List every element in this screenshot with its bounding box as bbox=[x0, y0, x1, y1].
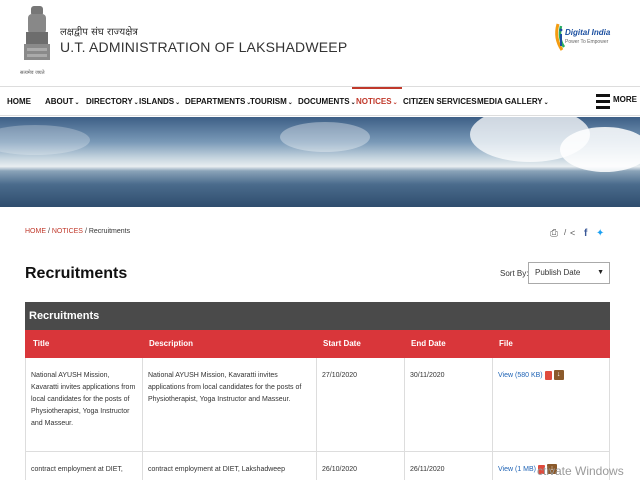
national-emblem-icon[interactable] bbox=[22, 4, 52, 76]
breadcrumb-current: Recruitments bbox=[88, 228, 131, 235]
nav-label: ABOUT bbox=[45, 97, 74, 106]
cell-description: National AYUSH Mission, Kavaratti invite… bbox=[143, 358, 317, 451]
nav-label: DOCUMENTS bbox=[298, 97, 350, 106]
site-header: सत्यमेव जयते लक्षद्वीप संघ राज्यक्षेत्र … bbox=[0, 0, 640, 86]
digital-india-label: Digital India bbox=[565, 28, 611, 37]
nav-label: HOME bbox=[7, 97, 31, 106]
banner-cloud bbox=[280, 122, 370, 152]
share-tools: ⎙ / < f ✦ bbox=[550, 228, 610, 244]
cell-title: contract employment at DIET, bbox=[25, 452, 143, 480]
chevron-down-icon: ⌄ bbox=[133, 100, 139, 106]
chevron-down-icon: ⌄ bbox=[287, 100, 293, 106]
hero-banner bbox=[0, 117, 640, 207]
table-row: contract employment at DIET, contract em… bbox=[25, 452, 610, 480]
column-header-start-date: Start Date bbox=[323, 339, 361, 348]
nav-item-islands[interactable]: ISLANDS⌄ bbox=[139, 87, 180, 116]
download-icon[interactable]: ↓ bbox=[553, 370, 564, 381]
nav-label: ISLANDS bbox=[139, 97, 175, 106]
column-header-title: Title bbox=[33, 339, 50, 348]
site-title-hindi: लक्षद्वीप संघ राज्यक्षेत्र bbox=[60, 27, 138, 38]
nav-item-home[interactable]: HOME bbox=[7, 87, 31, 116]
pdf-icon bbox=[544, 370, 552, 380]
nav-item-documents[interactable]: DOCUMENTS⌄ bbox=[298, 87, 356, 116]
breadcrumb-home[interactable]: HOME bbox=[25, 228, 46, 235]
breadcrumb-separator: / bbox=[47, 228, 50, 235]
chevron-down-icon: ⌄ bbox=[392, 100, 398, 106]
nav-label: TOURISM bbox=[250, 97, 287, 106]
page-title: Recruitments bbox=[25, 265, 128, 282]
nav-label: NOTICES bbox=[356, 97, 392, 106]
nav-label: CITIZEN SERVICES bbox=[403, 97, 477, 106]
cell-start-date: 27/10/2020 bbox=[317, 358, 405, 451]
nav-item-notices[interactable]: NOTICES⌄ bbox=[352, 87, 402, 116]
cell-end-date: 26/11/2020 bbox=[405, 452, 493, 480]
hamburger-icon bbox=[596, 94, 610, 109]
nav-item-about[interactable]: ABOUT⌄ bbox=[45, 87, 79, 116]
breadcrumb-separator: / bbox=[564, 228, 567, 237]
cell-end-date: 30/11/2020 bbox=[405, 358, 493, 451]
chevron-down-icon: ⌄ bbox=[175, 100, 181, 106]
file-view-link[interactable]: View (580 KB) bbox=[498, 372, 543, 379]
nav-label: MEDIA GALLERY bbox=[477, 97, 543, 106]
chevron-down-icon: ⌄ bbox=[74, 100, 80, 106]
twitter-icon[interactable]: ✦ bbox=[596, 228, 604, 239]
table-row: National AYUSH Mission, Kavaratti invite… bbox=[25, 358, 610, 452]
digital-india-logo-icon[interactable] bbox=[552, 16, 616, 58]
nav-item-media-gallery[interactable]: MEDIA GALLERY⌄ bbox=[477, 87, 549, 116]
column-header-file: File bbox=[499, 339, 513, 348]
breadcrumb: HOME / NOTICES / Recruitments bbox=[25, 228, 130, 235]
column-header-description: Description bbox=[149, 339, 194, 348]
cell-title: National AYUSH Mission, Kavaratti invite… bbox=[25, 358, 143, 451]
nav-item-citizen-services[interactable]: CITIZEN SERVICES bbox=[403, 87, 477, 116]
banner-cloud bbox=[0, 125, 90, 155]
nav-item-directory[interactable]: DIRECTORY⌄ bbox=[86, 87, 139, 116]
breadcrumb-notices[interactable]: NOTICES bbox=[52, 228, 83, 235]
site-title[interactable]: U.T. ADMINISTRATION OF LAKSHADWEEP bbox=[60, 39, 347, 55]
nav-item-tourism[interactable]: TOURISM⌄ bbox=[250, 87, 293, 116]
nav-label: DEPARTMENTS bbox=[185, 97, 246, 106]
cell-start-date: 26/10/2020 bbox=[317, 452, 405, 480]
dropdown-arrow-icon: ▼ bbox=[597, 269, 604, 276]
sort-label: Sort By: bbox=[500, 269, 529, 278]
table-caption: Recruitments bbox=[25, 302, 610, 330]
cell-description: contract employment at DIET, Lakshadweep bbox=[143, 452, 317, 480]
cell-file: View (580 KB) ↓ bbox=[493, 358, 610, 451]
more-label: MORE bbox=[613, 95, 637, 104]
nav-label: DIRECTORY bbox=[86, 97, 133, 106]
column-header-end-date: End Date bbox=[411, 339, 446, 348]
breadcrumb-separator: / bbox=[84, 228, 87, 235]
sort-select-value: Publish Date bbox=[535, 268, 581, 277]
facebook-icon[interactable]: f bbox=[584, 228, 587, 239]
chevron-down-icon: ⌄ bbox=[543, 100, 549, 106]
table-header: Title Description Start Date End Date Fi… bbox=[25, 330, 610, 358]
nav-item-departments[interactable]: DEPARTMENTS⌄ bbox=[185, 87, 251, 116]
main-nav: HOME ABOUT⌄ DIRECTORY⌄ ISLANDS⌄ DEPARTME… bbox=[0, 86, 640, 116]
share-icon[interactable]: < bbox=[570, 228, 575, 238]
emblem-motto: सत्यमेव जयते bbox=[20, 70, 45, 76]
banner-cloud bbox=[560, 127, 640, 172]
more-menu-button[interactable]: MORE bbox=[596, 92, 637, 112]
activate-windows-watermark: ctivate Windows bbox=[537, 464, 624, 478]
sort-select[interactable]: Publish Date ▼ bbox=[528, 262, 610, 284]
digital-india-tagline: Power To Empower bbox=[565, 39, 609, 45]
print-icon[interactable]: ⎙ bbox=[550, 228, 558, 239]
file-view-link[interactable]: View (1 MB) bbox=[498, 466, 536, 473]
